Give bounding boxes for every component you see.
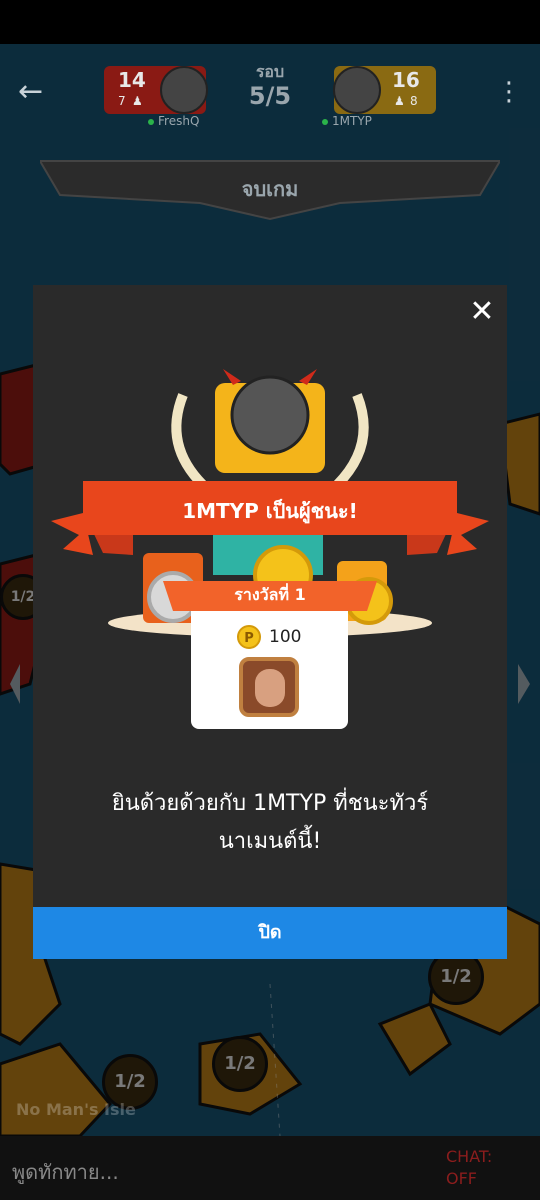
coin-amount: 100 xyxy=(269,627,302,647)
congrats-line-2: นาเมนต์นี้! xyxy=(218,829,322,854)
right-player-name: 1MTYP xyxy=(332,114,372,128)
prize-rank-label: รางวัลที่ 1 xyxy=(234,585,306,604)
chat-status-line-2: OFF xyxy=(446,1169,477,1188)
chat-bar: พูดทักทาย... CHAT: OFF xyxy=(0,1136,540,1200)
online-dot-icon xyxy=(322,118,328,125)
chat-status-toggle[interactable]: CHAT: OFF xyxy=(446,1146,492,1190)
right-player-score: 16 xyxy=(392,68,420,92)
chat-status-line-1: CHAT: xyxy=(446,1147,493,1166)
online-dot-icon xyxy=(148,118,154,125)
more-vert-icon[interactable]: ⋮ xyxy=(496,74,522,110)
top-bar: ← 14 7 ♟ FreshQ รอบ 5/5 16 ♟ 8 1MTYP ⋮ xyxy=(0,44,540,144)
winner-dialog: ✕ 1MTYP เป็นผู้ชนะ! รางวัลที่ 1 P 100 ยิ… xyxy=(33,285,507,959)
left-player-avatar[interactable] xyxy=(160,66,208,114)
left-player-score: 14 xyxy=(118,68,146,92)
right-player-sub: 8 xyxy=(410,94,418,108)
prize-card: P 100 xyxy=(191,611,348,729)
back-arrow-icon[interactable]: ← xyxy=(18,74,54,110)
congrats-message: ยินด้วยด้วยกับ 1MTYP ที่ชนะทัวร์ นาเมนต์… xyxy=(63,785,477,861)
avatar-face xyxy=(255,669,285,707)
end-game-banner: จบเกม xyxy=(38,155,502,225)
left-player-name-row: FreshQ xyxy=(148,114,199,128)
round-value: 5/5 xyxy=(248,82,292,110)
avatar-frame-reward xyxy=(239,657,299,717)
left-player-sub: 7 xyxy=(118,94,126,108)
person-icon: ♟ xyxy=(394,94,405,108)
right-player-name-row: 1MTYP xyxy=(322,114,372,128)
chat-input[interactable]: พูดทักทาย... xyxy=(12,1156,119,1188)
left-player-name: FreshQ xyxy=(158,114,200,128)
person-icon: ♟ xyxy=(132,94,143,108)
right-player-avatar[interactable] xyxy=(333,66,381,114)
status-bar xyxy=(0,0,540,44)
end-game-title: จบเกม xyxy=(241,177,299,201)
close-button[interactable]: ปิด xyxy=(33,907,507,959)
congrats-line-1: ยินด้วยด้วยกับ 1MTYP ที่ชนะทัวร์ xyxy=(111,791,429,816)
isle-name: No Man's Isle xyxy=(16,1100,136,1119)
coin-icon: P xyxy=(237,625,261,649)
winner-title: 1MTYP เป็นผู้ชนะ! xyxy=(182,499,358,523)
